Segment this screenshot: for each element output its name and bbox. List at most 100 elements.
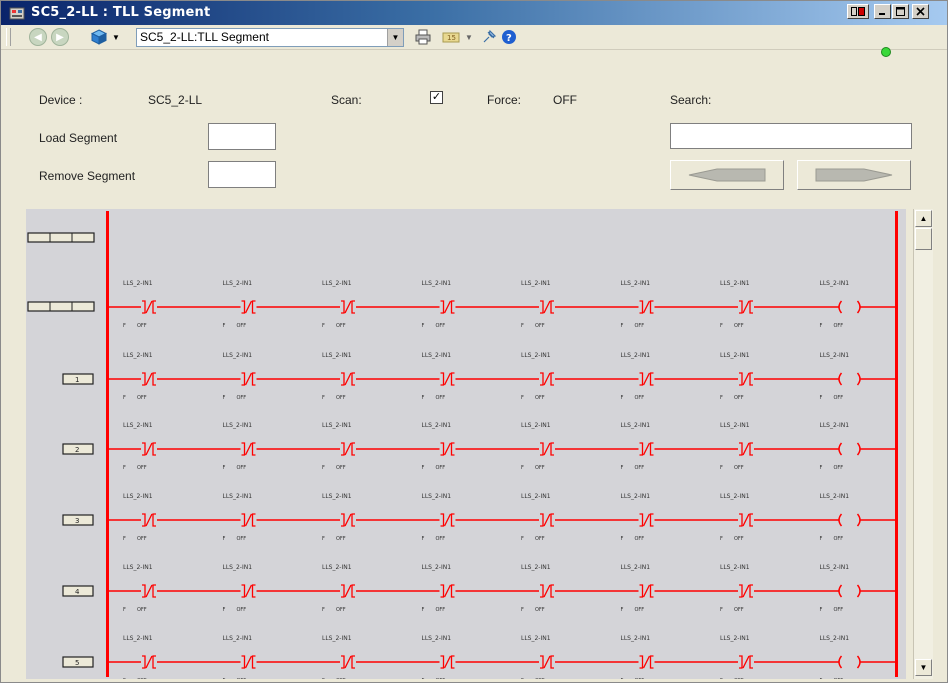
scroll-up-button[interactable]: ▲ <box>915 210 932 227</box>
contact-state: F <box>223 323 226 329</box>
contact-tag: LLS_2-IN1 <box>521 493 551 500</box>
contact-tag: LLS_2-IN1 <box>621 280 651 287</box>
contact-state: F <box>621 678 624 679</box>
contact-state: F <box>521 678 524 679</box>
contact-tag: LLS_2-IN1 <box>820 422 850 429</box>
format-dropdown-button[interactable]: ▼ <box>464 29 474 45</box>
contact-value: OFF <box>834 607 844 613</box>
back-button[interactable]: ◀ <box>29 28 47 46</box>
contact-tag: LLS_2-IN1 <box>820 493 850 500</box>
title-bar[interactable]: SC5_2-LL : TLL Segment <box>1 1 947 25</box>
close-button[interactable] <box>912 4 929 19</box>
contact-value: OFF <box>137 465 147 471</box>
contact-state: F <box>621 607 624 613</box>
tile-icon <box>851 7 865 16</box>
help-button[interactable]: ? <box>501 29 517 45</box>
contact-value: OFF <box>834 465 844 471</box>
contact-value: OFF <box>237 395 247 401</box>
contact-state: F <box>422 607 425 613</box>
window-title: SC5_2-LL : TLL Segment <box>31 5 211 20</box>
forward-button[interactable]: ▶ <box>51 28 69 46</box>
scroll-thumb[interactable] <box>915 228 932 250</box>
search-next-button[interactable] <box>797 160 911 190</box>
contact-state: F <box>521 323 524 329</box>
contact-value: OFF <box>336 465 346 471</box>
contact-value: OFF <box>336 395 346 401</box>
restore-tile-button[interactable] <box>847 4 869 19</box>
contact-tag: LLS_2-IN1 <box>621 564 651 571</box>
contact-state: F <box>123 607 126 613</box>
force-label: Force: <box>487 93 522 107</box>
arrow-left-icon <box>688 168 766 182</box>
contact-tag: LLS_2-IN1 <box>223 635 253 642</box>
contact-tag: LLS_2-IN1 <box>820 352 850 359</box>
contact-state: F <box>422 536 425 542</box>
cube-button[interactable] <box>91 29 107 45</box>
app-icon <box>9 7 25 20</box>
remove-segment-input[interactable] <box>208 161 276 188</box>
scan-checkbox[interactable]: ✓ <box>430 91 443 104</box>
contact-state: F <box>322 465 325 471</box>
device-value: SC5_2-LL <box>148 93 203 107</box>
contact-tag: LLS_2-IN1 <box>521 352 551 359</box>
minimize-button[interactable] <box>874 4 891 19</box>
coil-gap <box>839 514 860 526</box>
contact-tag: LLS_2-IN1 <box>720 352 750 359</box>
contact-state: F <box>720 607 723 613</box>
contact-value: OFF <box>535 607 545 613</box>
contact-tag: LLS_2-IN1 <box>422 280 452 287</box>
ladder-view[interactable]: LLS_2-IN1 F OFF LLS_2-IN1 F OFF LLS_2-IN1 F OFF L… <box>26 209 906 679</box>
maximize-button[interactable] <box>892 4 909 19</box>
print-icon <box>415 29 431 45</box>
contact-value: OFF <box>834 536 844 542</box>
contact-value: OFF <box>237 607 247 613</box>
contact-state: F <box>322 395 325 401</box>
contact-state: F <box>621 395 624 401</box>
rung-marker <box>27 232 95 243</box>
print-button[interactable] <box>415 29 431 45</box>
contact-tag: LLS_2-IN1 <box>322 352 352 359</box>
scroll-down-button[interactable]: ▼ <box>915 659 932 676</box>
contact-state: F <box>720 536 723 542</box>
triangle-down-icon: ▼ <box>919 663 928 672</box>
svg-text:?: ? <box>506 33 512 44</box>
contact-state: F <box>123 323 126 329</box>
contact-state: F <box>223 678 226 679</box>
pin-button[interactable] <box>481 29 497 45</box>
toolbar: ◀ ▶ ▼ SC5_2-LL:TLL Segment ▼ 15 ▼ ? <box>1 25 947 50</box>
contact-state: F <box>621 465 624 471</box>
contact-value: OFF <box>635 395 645 401</box>
force-value: OFF <box>553 93 577 107</box>
vertical-scrollbar[interactable]: ▲ ▼ <box>913 209 933 679</box>
rung-number: 2 <box>75 446 79 454</box>
format-button[interactable]: 15 <box>441 29 461 45</box>
contact-tag: LLS_2-IN1 <box>322 280 352 287</box>
contact-tag: LLS_2-IN1 <box>422 564 452 571</box>
contact-value: OFF <box>734 395 744 401</box>
tll-segment-window: SC5_2-LL : TLL Segment ◀ ▶ ▼ SC5_2-LL:TL… <box>0 0 948 683</box>
contact-state: F <box>720 465 723 471</box>
load-segment-input[interactable] <box>208 123 276 150</box>
contact-state: F <box>422 323 425 329</box>
contact-state: F <box>322 607 325 613</box>
contact-value: OFF <box>535 536 545 542</box>
contact-state: F <box>820 395 823 401</box>
contact-value: OFF <box>336 678 346 679</box>
contact-state: F <box>820 607 823 613</box>
location-dropdown-button[interactable]: ▼ <box>387 29 403 46</box>
cube-dropdown-button[interactable]: ▼ <box>111 29 121 45</box>
contact-state: F <box>223 607 226 613</box>
search-input[interactable] <box>670 123 912 149</box>
contact-value: OFF <box>137 678 147 679</box>
contact-value: OFF <box>734 536 744 542</box>
contact-value: OFF <box>436 323 446 329</box>
location-combo[interactable]: SC5_2-LL:TLL Segment ▼ <box>136 28 404 47</box>
search-previous-button[interactable] <box>670 160 784 190</box>
toolbar-grip[interactable] <box>6 28 11 46</box>
contact-value: OFF <box>834 395 844 401</box>
contact-value: OFF <box>535 323 545 329</box>
contact-value: OFF <box>635 536 645 542</box>
contact-state: F <box>521 465 524 471</box>
triangle-up-icon: ▲ <box>919 214 928 223</box>
contact-value: OFF <box>436 607 446 613</box>
